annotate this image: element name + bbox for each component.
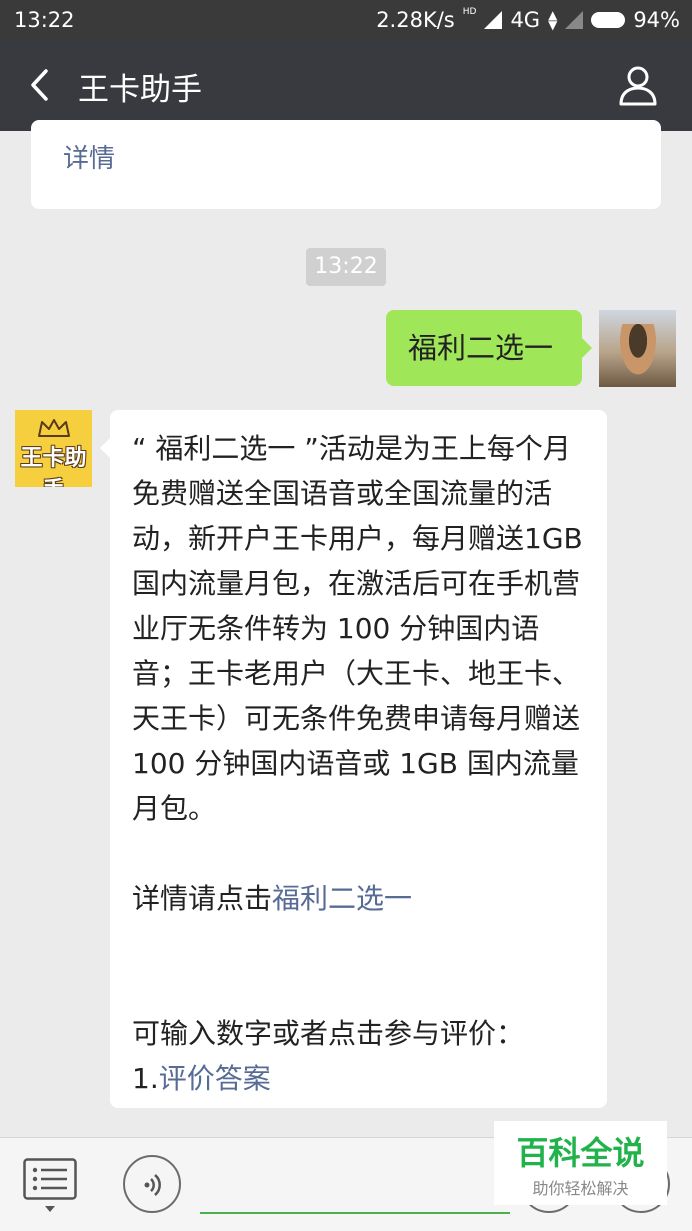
status-bar: 13:22 2.28K/s HD 4G ▲ ▼ 94%	[0, 0, 692, 40]
rate-line: 1.评价答案	[132, 1056, 587, 1101]
bot-message-text: “ 福利二选一 ”活动是为王上每个月免费赠送全国语音或全国流量的活动，新开户王卡…	[132, 432, 583, 825]
caret-down-icon	[45, 1206, 55, 1212]
message-input[interactable]	[200, 1212, 510, 1214]
watermark: 百科全说 助你轻松解决	[494, 1121, 667, 1205]
rate-prompt: 可输入数字或者点击参与评价：	[132, 1017, 525, 1050]
battery-icon	[591, 12, 626, 28]
watermark-title: 百科全说	[516, 1134, 645, 1172]
signal-weak-icon	[565, 11, 584, 29]
profile-icon[interactable]	[618, 64, 658, 106]
data-arrows-icon: ▲ ▼	[548, 8, 558, 32]
back-arrow-icon[interactable]	[28, 68, 52, 102]
user-avatar-figure	[617, 324, 659, 380]
watermark-subtitle: 助你轻松解决	[532, 1179, 629, 1198]
rate-answer-link[interactable]: 评价答案	[159, 1062, 271, 1095]
status-indicators: 2.28K/s HD 4G ▲ ▼ 94%	[376, 7, 680, 32]
detail-prefix: 详情请点击	[132, 882, 273, 915]
network-type: 4G	[510, 8, 541, 32]
previous-message-card: 详情	[31, 120, 661, 209]
status-time: 13:22	[14, 8, 75, 32]
chat-timestamp: 13:22	[306, 248, 386, 286]
user-message-bubble[interactable]: 福利二选一	[386, 310, 592, 386]
voice-icon	[144, 1174, 161, 1196]
voice-button[interactable]	[123, 1155, 181, 1213]
battery-level: 94%	[633, 8, 680, 32]
nav-bar: 王卡助手	[0, 40, 692, 131]
user-avatar[interactable]	[599, 310, 676, 387]
rate-number: 1.	[132, 1062, 159, 1095]
signal-icon	[484, 11, 503, 29]
page-title: 王卡助手	[78, 72, 202, 108]
menu-icon[interactable]	[23, 1158, 77, 1200]
details-link[interactable]: 详情	[63, 138, 115, 175]
bot-avatar[interactable]: 王卡助手	[15, 410, 92, 487]
welfare-link[interactable]: 福利二选一	[272, 882, 412, 915]
network-speed: 2.28K/s	[376, 8, 455, 32]
bot-avatar-logo: 王卡助手	[20, 446, 87, 487]
hd-badge: HD	[462, 7, 477, 17]
bot-message-bubble: “ 福利二选一 ”活动是为王上每个月免费赠送全国语音或全国流量的活动，新开户王卡…	[100, 410, 607, 1108]
detail-line: 详情请点击福利二选一	[132, 876, 587, 921]
crown-icon	[38, 419, 70, 437]
